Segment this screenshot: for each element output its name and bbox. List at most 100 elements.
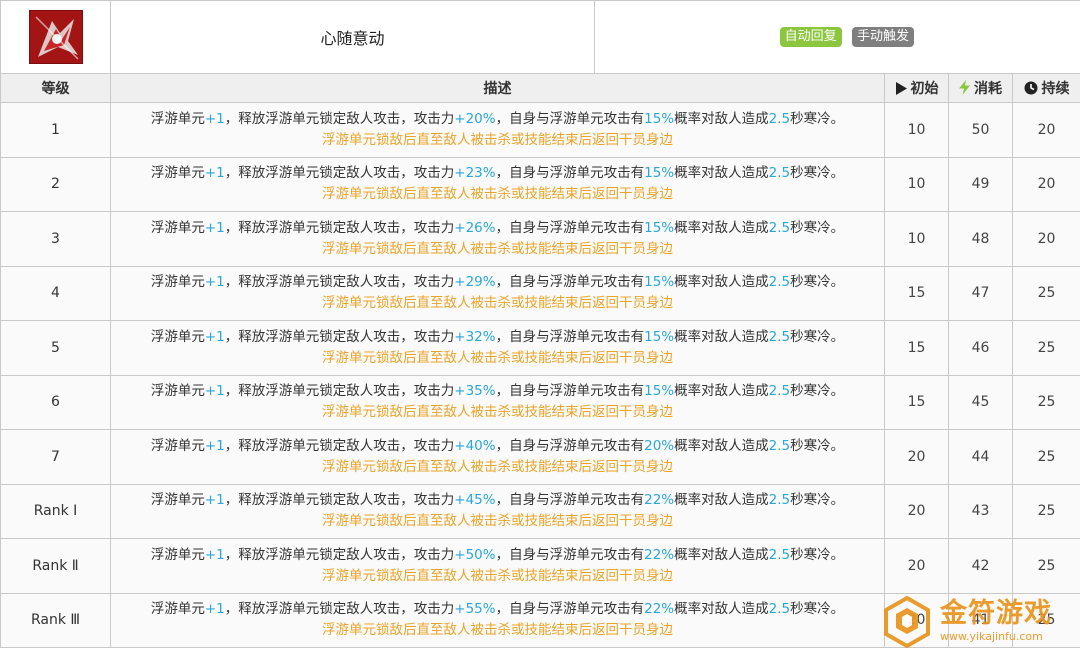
description-cell: 浮游单元+1，释放浮游单元锁定敌人攻击，攻击力+50%，自身与浮游单元攻击有22… xyxy=(110,538,885,594)
level-cell: 5 xyxy=(0,320,111,376)
desc-text: ，释放浮游单元锁定敌人攻击，攻击力 xyxy=(224,219,455,236)
sp-cost-cell: 47 xyxy=(948,265,1013,321)
sp-cost-cell: 50 xyxy=(948,102,1013,158)
description-note: 浮游单元锁敌后直至敌人被击杀或技能结束后返回干员身边 xyxy=(322,567,673,584)
initial-sp-cell: 20 xyxy=(884,429,949,485)
skill-tags: 自动回复 手动触发 xyxy=(593,0,1080,74)
desc-atk-value: +23% xyxy=(454,165,496,182)
desc-text: 秒寒冷。 xyxy=(790,546,845,563)
desc-atk-value: +40% xyxy=(454,437,496,454)
desc-units-value: +1 xyxy=(204,437,225,454)
level-cell: 1 xyxy=(0,102,111,158)
desc-units-value: +1 xyxy=(204,110,225,127)
desc-text: ，释放浮游单元锁定敌人攻击，攻击力 xyxy=(224,165,455,182)
skill-name: 心随意动 xyxy=(110,0,595,74)
desc-units-value: +1 xyxy=(204,601,225,618)
auto-recovery-tag: 自动回复 xyxy=(779,27,842,47)
desc-text: 秒寒冷。 xyxy=(790,437,845,454)
description-main: 浮游单元+1，释放浮游单元锁定敌人攻击，攻击力+50%，自身与浮游单元攻击有22… xyxy=(115,545,880,566)
desc-text: ，释放浮游单元锁定敌人攻击，攻击力 xyxy=(224,328,455,345)
desc-units-value: +1 xyxy=(204,383,225,400)
description-main: 浮游单元+1，释放浮游单元锁定敌人攻击，攻击力+45%，自身与浮游单元攻击有22… xyxy=(115,490,880,511)
skill-icon-cell xyxy=(0,0,111,74)
level-cell: 6 xyxy=(0,374,111,430)
desc-text: 浮游单元 xyxy=(150,546,205,563)
desc-text: 概率对敌人造成 xyxy=(674,383,769,400)
header-initial-label: 初始 xyxy=(910,81,939,97)
description-main: 浮游单元+1，释放浮游单元锁定敌人攻击，攻击力+35%，自身与浮游单元攻击有15… xyxy=(115,381,880,402)
initial-sp-cell: 15 xyxy=(884,320,949,376)
table-row: 6 浮游单元+1，释放浮游单元锁定敌人攻击，攻击力+35%，自身与浮游单元攻击有1… xyxy=(0,374,1080,430)
description-main: 浮游单元+1，释放浮游单元锁定敌人攻击，攻击力+40%，自身与浮游单元攻击有20… xyxy=(115,436,880,457)
skill-title-row: 心随意动 自动回复 手动触发 xyxy=(0,0,1080,74)
watermark-title: 金符游戏 xyxy=(940,598,1052,629)
desc-text: 秒寒冷。 xyxy=(790,328,845,345)
desc-chance-value: 15% xyxy=(644,328,675,345)
description-note: 浮游单元锁敌后直至敌人被击杀或技能结束后返回干员身边 xyxy=(322,186,673,203)
header-description: 描述 xyxy=(110,73,885,103)
desc-units-value: +1 xyxy=(204,546,225,563)
desc-text: 浮游单元 xyxy=(150,383,205,400)
desc-text: 概率对敌人造成 xyxy=(674,165,769,182)
desc-chance-value: 22% xyxy=(644,601,675,618)
duration-cell: 25 xyxy=(1011,265,1080,321)
desc-text: ，释放浮游单元锁定敌人攻击，攻击力 xyxy=(224,492,455,509)
description-note: 浮游单元锁敌后直至敌人被击杀或技能结束后返回干员身边 xyxy=(322,295,673,312)
desc-chance-value: 15% xyxy=(644,383,675,400)
duration-cell: 25 xyxy=(1011,538,1080,594)
description-note: 浮游单元锁敌后直至敌人被击杀或技能结束后返回干员身边 xyxy=(322,131,673,148)
header-cost-label: 消耗 xyxy=(974,81,1002,97)
desc-seconds-value: 2.5 xyxy=(768,219,791,236)
desc-text: ，自身与浮游单元攻击有 xyxy=(495,165,645,182)
desc-chance-value: 15% xyxy=(644,274,675,291)
level-cell: Rank Ⅲ xyxy=(0,592,111,648)
desc-text: 浮游单元 xyxy=(150,165,205,182)
header-level: 等级 xyxy=(0,73,111,103)
desc-chance-value: 15% xyxy=(644,165,675,182)
description-note: 浮游单元锁敌后直至敌人被击杀或技能结束后返回干员身边 xyxy=(322,513,673,530)
desc-units-value: +1 xyxy=(204,219,225,236)
desc-seconds-value: 2.5 xyxy=(768,492,791,509)
description-cell: 浮游单元+1，释放浮游单元锁定敌人攻击，攻击力+20%，自身与浮游单元攻击有15… xyxy=(110,102,885,158)
desc-chance-value: 20% xyxy=(644,437,675,454)
desc-units-value: +1 xyxy=(204,274,225,291)
table-row: 5 浮游单元+1，释放浮游单元锁定敌人攻击，攻击力+32%，自身与浮游单元攻击有1… xyxy=(0,320,1080,376)
manual-trigger-tag: 手动触发 xyxy=(852,27,915,47)
desc-text: 浮游单元 xyxy=(150,492,205,509)
description-note: 浮游单元锁敌后直至敌人被击杀或技能结束后返回干员身边 xyxy=(322,622,673,639)
desc-text: ，释放浮游单元锁定敌人攻击，攻击力 xyxy=(224,546,455,563)
desc-text: ，自身与浮游单元攻击有 xyxy=(495,383,645,400)
table-row: 3 浮游单元+1，释放浮游单元锁定敌人攻击，攻击力+26%，自身与浮游单元攻击有1… xyxy=(0,211,1080,267)
desc-text: 浮游单元 xyxy=(150,219,205,236)
sp-cost-cell: 44 xyxy=(948,429,1013,485)
initial-sp-cell: 10 xyxy=(884,156,949,212)
table-row: 2 浮游单元+1，释放浮游单元锁定敌人攻击，攻击力+23%，自身与浮游单元攻击有1… xyxy=(0,156,1080,212)
desc-units-value: +1 xyxy=(204,328,225,345)
desc-text: 秒寒冷。 xyxy=(790,492,845,509)
desc-atk-value: +20% xyxy=(454,110,496,127)
desc-text: 浮游单元 xyxy=(150,328,205,345)
desc-text: ，自身与浮游单元攻击有 xyxy=(495,601,645,618)
description-cell: 浮游单元+1，释放浮游单元锁定敌人攻击，攻击力+32%，自身与浮游单元攻击有15… xyxy=(110,320,885,376)
header-duration: 持续 xyxy=(1011,73,1080,103)
desc-text: ，自身与浮游单元攻击有 xyxy=(495,437,645,454)
play-icon xyxy=(895,82,907,95)
desc-text: ，自身与浮游单元攻击有 xyxy=(495,328,645,345)
desc-text: 浮游单元 xyxy=(150,110,205,127)
desc-chance-value: 15% xyxy=(644,110,675,127)
desc-text: 概率对敌人造成 xyxy=(674,546,769,563)
desc-text: ，释放浮游单元锁定敌人攻击，攻击力 xyxy=(224,383,455,400)
level-cell: Rank Ⅰ xyxy=(0,483,111,539)
initial-sp-cell: 20 xyxy=(884,538,949,594)
table-row: Rank Ⅱ 浮游单元+1，释放浮游单元锁定敌人攻击，攻击力+50%，自身与浮游单… xyxy=(0,538,1080,594)
description-main: 浮游单元+1，释放浮游单元锁定敌人攻击，攻击力+32%，自身与浮游单元攻击有15… xyxy=(115,327,880,348)
level-cell: 4 xyxy=(0,265,111,321)
skill-icon xyxy=(28,10,83,64)
desc-text: 概率对敌人造成 xyxy=(674,328,769,345)
desc-text: 秒寒冷。 xyxy=(790,219,845,236)
description-note: 浮游单元锁敌后直至敌人被击杀或技能结束后返回干员身边 xyxy=(322,240,673,257)
desc-text: ，释放浮游单元锁定敌人攻击，攻击力 xyxy=(224,601,455,618)
desc-text: ，释放浮游单元锁定敌人攻击，攻击力 xyxy=(224,437,455,454)
description-cell: 浮游单元+1，释放浮游单元锁定敌人攻击，攻击力+23%，自身与浮游单元攻击有15… xyxy=(110,156,885,212)
desc-text: ，自身与浮游单元攻击有 xyxy=(495,110,645,127)
